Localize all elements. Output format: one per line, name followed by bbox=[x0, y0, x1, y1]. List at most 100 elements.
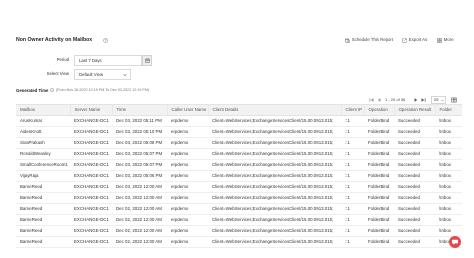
column-header-caller-user-name[interactable]: Caller User Name bbox=[167, 104, 209, 116]
cell-caller: erpdemo bbox=[167, 236, 208, 248]
cell-client-ip: ::1 bbox=[341, 115, 364, 127]
page-size-select[interactable]: 25 bbox=[431, 96, 446, 104]
chat-widget-icon[interactable] bbox=[449, 236, 461, 248]
first-page-icon[interactable] bbox=[369, 98, 374, 102]
cell-time: Dec 03, 2022 05:06 PM bbox=[112, 170, 167, 182]
column-header-time[interactable]: Time bbox=[112, 104, 168, 116]
chevron-down-icon bbox=[440, 99, 444, 102]
cell-server: EXCHANGE-DC1 bbox=[70, 192, 112, 204]
cell-mailbox: AidenKnott bbox=[16, 126, 70, 138]
column-header-operation[interactable]: Operation bbox=[364, 104, 395, 116]
table-row[interactable]: ArunKumar EXCHANGE-DC1 Dec 03, 2022 05:11 … bbox=[16, 115, 462, 127]
table-row[interactable]: BarneReed EXCHANGE-DC1 Dec 03, 2022 12:00 … bbox=[16, 181, 462, 193]
period-select[interactable]: Last 7 Days bbox=[74, 55, 142, 66]
cell-mailbox: SivaPrakash bbox=[16, 137, 70, 149]
cell-folder: \Inbox bbox=[435, 192, 462, 204]
cell-client-details: Client=WebServices;ExchangeServicesClien… bbox=[208, 181, 341, 193]
table-row[interactable]: BarneReed EXCHANGE-DC1 Dec 02, 2022 12:00 … bbox=[16, 214, 462, 226]
export-as-button[interactable]: Export As bbox=[402, 37, 427, 43]
cell-client-details: Client=WebServices;ExchangeServicesClien… bbox=[208, 126, 341, 138]
generated-time: Generated Time (From Nov 26,2022 12:19 P… bbox=[16, 87, 149, 93]
report-table: Mailbox Server Name Time Caller User Nam… bbox=[16, 104, 462, 248]
cell-mailbox: ArunKumar bbox=[16, 115, 70, 127]
schedule-icon bbox=[345, 38, 350, 43]
cell-operation: FolderBind bbox=[364, 126, 394, 138]
column-header-client-details[interactable]: Client Details bbox=[208, 104, 342, 116]
cell-caller: erpdemo bbox=[167, 181, 208, 193]
cell-mailbox: VijayRaja bbox=[16, 170, 70, 182]
cell-time: Dec 02, 2022 12:00 AM bbox=[112, 214, 167, 226]
column-header-client-ip[interactable]: Client IP bbox=[341, 104, 365, 116]
cell-client-ip: ::1 bbox=[341, 192, 364, 204]
cell-server: EXCHANGE-DC1 bbox=[70, 137, 112, 149]
table-row[interactable]: BarneReed EXCHANGE-DC1 Dec 02, 2022 12:00 … bbox=[16, 236, 462, 248]
table-row[interactable]: SmallConferenceRoom1 EXCHANGE-DC1 Dec 03, … bbox=[16, 159, 462, 171]
column-header-folder[interactable]: Folder bbox=[435, 104, 462, 116]
cell-server: EXCHANGE-DC1 bbox=[70, 148, 112, 160]
table-row[interactable]: VijayRaja EXCHANGE-DC1 Dec 03, 2022 05:06 … bbox=[16, 170, 462, 182]
column-header-mailbox[interactable]: Mailbox bbox=[16, 104, 71, 116]
cell-operation: FolderBind bbox=[364, 181, 394, 193]
generated-time-label: Generated Time bbox=[16, 87, 49, 93]
calendar-icon bbox=[144, 58, 150, 63]
chevron-down-icon bbox=[123, 73, 127, 77]
cell-caller: erpdemo bbox=[167, 159, 208, 171]
cell-client-ip: ::1 bbox=[341, 170, 364, 182]
schedule-report-button[interactable]: Schedule This Report bbox=[345, 37, 393, 43]
page-size-value: 25 bbox=[434, 97, 439, 102]
more-label: More bbox=[443, 37, 454, 42]
more-button[interactable]: More bbox=[437, 37, 454, 43]
cell-operation: FolderBind bbox=[364, 170, 394, 182]
cell-client-ip: ::1 bbox=[341, 214, 364, 226]
column-settings-icon[interactable] bbox=[451, 97, 457, 103]
cell-operation: FolderBind bbox=[364, 225, 394, 237]
column-header-operation-result[interactable]: Operation Result bbox=[394, 104, 436, 116]
last-page-icon[interactable] bbox=[421, 98, 426, 102]
info-icon[interactable] bbox=[50, 88, 55, 92]
cell-caller: erpdemo bbox=[167, 148, 208, 160]
table-row[interactable]: SivaPrakash EXCHANGE-DC1 Dec 03, 2022 05:0… bbox=[16, 137, 462, 149]
cell-folder: \Inbox bbox=[435, 126, 462, 138]
cell-operation: FolderBind bbox=[364, 192, 394, 204]
calendar-button[interactable] bbox=[142, 55, 152, 66]
cell-client-details: Client=WebServices;ExchangeServicesClien… bbox=[208, 159, 341, 171]
cell-folder: \Inbox bbox=[435, 203, 462, 215]
table-row[interactable]: BarneReed EXCHANGE-DC1 Dec 03, 2022 12:00 … bbox=[16, 192, 462, 204]
table-row[interactable]: BarneReed EXCHANGE-DC1 Dec 02, 2022 12:00 … bbox=[16, 225, 462, 237]
cell-result: Succeeded bbox=[394, 225, 435, 237]
cell-time: Dec 02, 2022 12:00 AM bbox=[112, 225, 167, 237]
help-icon[interactable] bbox=[103, 37, 108, 43]
cell-operation: FolderBind bbox=[364, 137, 394, 149]
table-row[interactable]: BarneReed EXCHANGE-DC1 Dec 02, 2022 12:00 … bbox=[16, 203, 462, 215]
cell-result: Succeeded bbox=[394, 214, 435, 226]
cell-result: Succeeded bbox=[394, 115, 435, 127]
cell-folder: \Inbox bbox=[435, 225, 462, 237]
column-header-server-name[interactable]: Server Name bbox=[70, 104, 113, 116]
next-page-icon[interactable] bbox=[414, 98, 418, 102]
cell-server: EXCHANGE-DC1 bbox=[70, 159, 112, 171]
cell-caller: erpdemo bbox=[167, 115, 208, 127]
cell-folder: \Inbox bbox=[435, 214, 462, 226]
cell-client-ip: ::1 bbox=[341, 236, 364, 248]
select-view-label: Select View bbox=[46, 71, 69, 76]
export-icon bbox=[402, 37, 407, 43]
page-title: Non Owner Activity on Mailbox bbox=[16, 37, 93, 43]
cell-operation: FolderBind bbox=[364, 159, 394, 171]
cell-mailbox: BarneReed bbox=[16, 192, 70, 204]
table-row[interactable]: RonaldWeasley EXCHANGE-DC1 Dec 03, 2022 05… bbox=[16, 148, 462, 160]
cell-server: EXCHANGE-DC1 bbox=[70, 170, 112, 182]
cell-time: Dec 03, 2022 05:07 PM bbox=[112, 159, 167, 171]
cell-mailbox: BarneReed bbox=[16, 203, 70, 215]
cell-client-ip: ::1 bbox=[341, 181, 364, 193]
cell-time: Dec 03, 2022 12:00 AM bbox=[112, 192, 167, 204]
cell-caller: erpdemo bbox=[167, 225, 208, 237]
cell-mailbox: SmallConferenceRoom1 bbox=[16, 159, 70, 171]
cell-client-ip: ::1 bbox=[341, 159, 364, 171]
cell-operation: FolderBind bbox=[364, 148, 394, 160]
cell-folder: \Inbox bbox=[435, 115, 462, 127]
select-view-value: Default View bbox=[79, 72, 104, 77]
table-row[interactable]: AidenKnott EXCHANGE-DC1 Dec 03, 2022 05:10… bbox=[16, 126, 462, 138]
prev-page-icon[interactable] bbox=[377, 98, 381, 102]
select-view-dropdown[interactable]: Default View bbox=[74, 69, 131, 80]
pagination-range: 1 - 20 of 36 bbox=[385, 97, 406, 102]
